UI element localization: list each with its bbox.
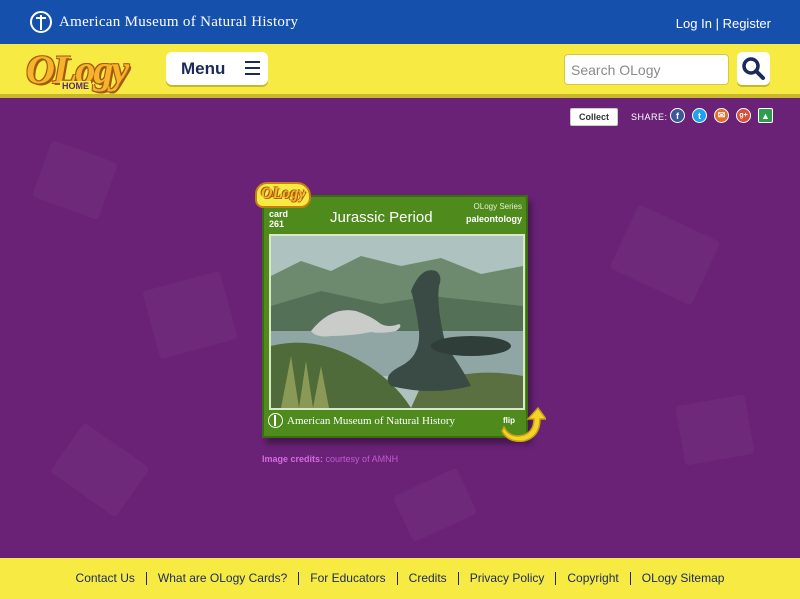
facebook-icon[interactable]: f	[670, 108, 685, 123]
hamburger-icon	[245, 61, 260, 76]
card-dinosaur-image	[269, 234, 525, 410]
footer-bar: Contact Us What are OLogy Cards? For Edu…	[0, 558, 800, 599]
amnh-mark-icon	[268, 413, 283, 428]
google-plus-icon[interactable]: g+	[736, 108, 751, 123]
museum-header-bar: American Museum of Natural History Log I…	[0, 0, 800, 44]
classroom-icon[interactable]: ▲	[758, 108, 773, 123]
footer-link-credits[interactable]: Credits	[396, 572, 458, 585]
amnh-mark-icon	[30, 11, 52, 33]
auth-links: Log In | Register	[676, 16, 771, 31]
collect-button[interactable]: Collect	[570, 108, 618, 126]
image-credits: Image credits: courtesy of AMNH	[262, 454, 398, 464]
email-icon[interactable]: ✉	[714, 108, 729, 123]
credit-label: Image credits:	[262, 454, 324, 464]
footer-link-sitemap[interactable]: OLogy Sitemap	[629, 572, 736, 585]
search-input[interactable]	[564, 54, 729, 85]
footer-link-contact[interactable]: Contact Us	[65, 572, 146, 585]
login-link[interactable]: Log In	[676, 16, 712, 31]
background-puzzle-piece	[142, 271, 237, 359]
background-puzzle-piece	[609, 204, 720, 305]
ology-logo-home: HOME	[60, 81, 91, 91]
search-icon	[742, 57, 765, 80]
ology-nav-bar: OLogy HOME Menu	[0, 44, 800, 98]
background-puzzle-piece	[393, 468, 478, 543]
footer-link-about-cards[interactable]: What are OLogy Cards?	[145, 572, 298, 585]
card-series: OLogy Series paleontology	[466, 201, 522, 226]
auth-separator: |	[715, 16, 719, 31]
search-button[interactable]	[737, 52, 770, 85]
background-puzzle-piece	[675, 394, 754, 465]
card-series-label: OLogy Series	[473, 202, 522, 211]
twitter-icon[interactable]: t	[692, 108, 707, 123]
background-puzzle-piece	[50, 422, 150, 517]
ology-card-badge: OLogy	[255, 182, 311, 208]
footer-link-copyright[interactable]: Copyright	[555, 572, 629, 585]
card-title: Jurassic Period	[330, 209, 433, 226]
flip-arrow-icon[interactable]	[500, 405, 546, 443]
share-label: SHARE:	[631, 112, 668, 122]
footer-link-educators[interactable]: For Educators	[298, 572, 396, 585]
card-series-name: paleontology	[466, 214, 522, 224]
card-label: card	[269, 209, 289, 219]
ology-card: card 261 Jurassic Period OLogy Series pa…	[262, 195, 528, 438]
ology-home-logo[interactable]: OLogy HOME	[26, 46, 142, 106]
card-badge-text: OLogy	[261, 185, 306, 202]
card-number-value: 261	[269, 219, 285, 229]
card-footer-text: American Museum of Natural History	[287, 414, 456, 427]
menu-label: Menu	[181, 58, 226, 78]
menu-button[interactable]: Menu	[166, 52, 268, 85]
footer-link-privacy[interactable]: Privacy Policy	[457, 572, 556, 585]
register-link[interactable]: Register	[723, 16, 771, 31]
card-number: card 261	[269, 209, 288, 229]
amnh-logo[interactable]: American Museum of Natural History	[30, 10, 298, 34]
card-footer-logo: American Museum of Natural History	[268, 413, 455, 428]
museum-name: American Museum of Natural History	[59, 13, 299, 30]
background-puzzle-piece	[32, 140, 118, 220]
credit-text: courtesy of AMNH	[325, 454, 399, 464]
